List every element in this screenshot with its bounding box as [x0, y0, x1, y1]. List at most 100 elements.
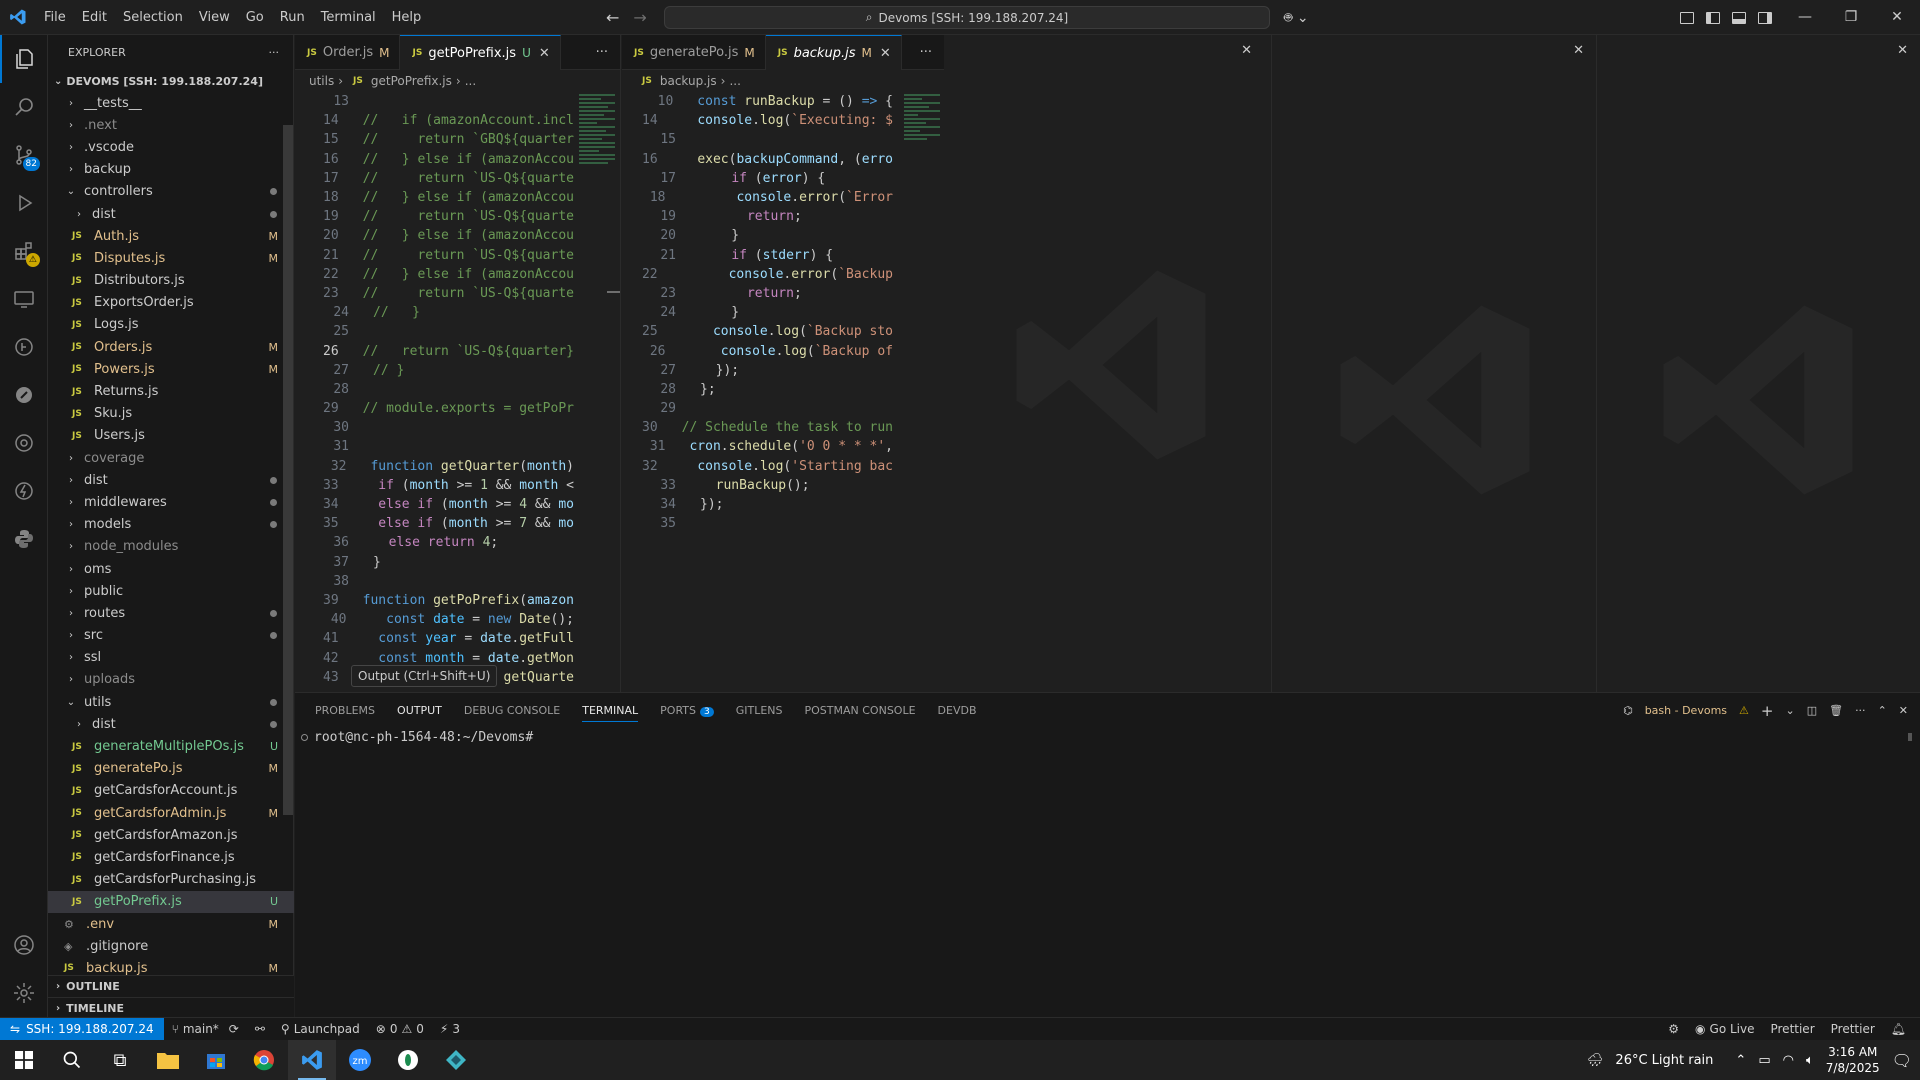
tree-folder[interactable]: › dist — [48, 713, 294, 735]
tree-file[interactable]: JS Powers.js M — [48, 358, 294, 380]
breadcrumb-item[interactable]: utils — [309, 74, 334, 88]
tree-file[interactable]: JS Auth.js M — [48, 225, 294, 247]
explorer-icon[interactable] — [0, 35, 48, 83]
breadcrumb-item[interactable]: ... — [465, 74, 476, 88]
code-editor[interactable]: 13 14 // if (amazonAccount.incl 15 // return… — [295, 92, 574, 687]
tree-folder[interactable]: › backup — [48, 159, 294, 181]
customize-layout-icon[interactable] — [1680, 11, 1694, 24]
menu-item-view[interactable]: View — [191, 0, 238, 35]
wifi-icon[interactable]: ◠ — [1783, 1053, 1794, 1068]
remote-indicator[interactable]: ⇋ SSH: 199.188.207.24 — [0, 1017, 164, 1041]
toggle-primary-sidebar-icon[interactable] — [1706, 11, 1720, 24]
panel-tab-output[interactable]: OUTPUT — [397, 704, 442, 717]
close-group-icon[interactable]: ✕ — [1241, 43, 1252, 58]
workspace-root[interactable]: ⌄ DEVOMS [SSH: 199.188.207.24] — [48, 70, 293, 92]
copilot-icon[interactable]: 🤖︎ ⌄ — [1284, 8, 1309, 28]
ports-indicator[interactable]: ⚡︎ 3 — [432, 1022, 468, 1036]
tree-folder[interactable]: › __tests__ — [48, 92, 294, 114]
sync-icon[interactable]: ⟳ — [229, 1022, 239, 1036]
restore-icon[interactable]: ❐ — [1828, 0, 1874, 35]
tree-folder[interactable]: › middlewares — [48, 491, 294, 513]
panel-tab-postman-console[interactable]: POSTMAN CONSOLE — [805, 704, 916, 717]
tree-file[interactable]: JS Sku.js — [48, 403, 294, 425]
minimize-icon[interactable]: — — [1782, 0, 1828, 35]
code-editor[interactable]: 10 const runBackup = () => {14 console.lo… — [622, 92, 893, 533]
prettier-item[interactable]: Prettier — [1823, 1022, 1883, 1036]
editor-tab[interactable]: JS backup.js M ✕ — [765, 35, 902, 70]
close-tab-icon[interactable]: ✕ — [880, 46, 891, 61]
gitlens-status-icon[interactable]: ⚯ — [247, 1022, 273, 1036]
tree-file[interactable]: JS getPoPrefix.js U — [48, 890, 294, 913]
search-icon[interactable] — [0, 83, 48, 131]
volume-icon[interactable]: 🔈︎ — [1806, 1053, 1814, 1068]
tree-folder[interactable]: › coverage — [48, 447, 294, 469]
source-control-icon[interactable]: 82 — [0, 131, 48, 179]
tree-folder[interactable]: › .next — [48, 114, 294, 136]
terminal-output[interactable]: root@nc-ph-1564-48:~/Devoms# — [295, 730, 1920, 745]
tree-folder[interactable]: › dist — [48, 469, 294, 491]
minimap[interactable] — [579, 92, 615, 212]
python-icon[interactable] — [0, 515, 48, 563]
tree-file[interactable]: JS Users.js — [48, 425, 294, 447]
menu-item-selection[interactable]: Selection — [115, 0, 191, 35]
new-terminal-icon[interactable]: + — [1761, 702, 1774, 720]
outline-section[interactable]: › OUTLINE — [48, 975, 294, 997]
chrome-icon[interactable] — [240, 1040, 288, 1080]
file-explorer-icon[interactable] — [144, 1040, 192, 1080]
vscode-taskbar-icon[interactable] — [288, 1040, 336, 1080]
tree-folder[interactable]: › oms — [48, 558, 294, 580]
forward-arrow-icon[interactable]: → — [633, 8, 646, 27]
tree-folder[interactable]: › models — [48, 514, 294, 536]
breadcrumb-item[interactable]: getPoPrefix.js — [371, 74, 452, 88]
tree-file[interactable]: JS getCardsforAccount.js — [48, 780, 294, 802]
tree-file[interactable]: JS getCardsforPurchasing.js — [48, 869, 294, 891]
close-group-icon[interactable]: ✕ — [1573, 43, 1584, 58]
notifications-bell-icon[interactable]: 🔔︎ — [1883, 1022, 1920, 1036]
menu-item-run[interactable]: Run — [272, 0, 313, 35]
run-debug-icon[interactable] — [0, 179, 48, 227]
close-tab-icon[interactable]: ✕ — [539, 46, 550, 61]
postman-icon[interactable] — [0, 371, 48, 419]
clock[interactable]: 3:16 AM 7/8/2025 — [1826, 1044, 1880, 1076]
command-center[interactable]: ⌕ Devoms [SSH: 199.188.207.24] — [664, 6, 1270, 29]
minimap[interactable] — [904, 92, 940, 212]
back-arrow-icon[interactable]: ← — [606, 8, 619, 27]
tree-file[interactable]: JS generateMultiplePOs.js U — [48, 735, 294, 757]
launchpad-item[interactable]: ⚲ Launchpad — [273, 1022, 368, 1036]
more-actions-icon[interactable]: ··· — [596, 35, 608, 70]
extensions-icon[interactable]: ⚠ — [0, 227, 48, 275]
tree-folder[interactable]: › node_modules — [48, 536, 294, 558]
toggle-secondary-sidebar-icon[interactable] — [1758, 11, 1772, 24]
panel-tab-terminal[interactable]: TERMINAL — [582, 704, 639, 722]
tree-folder[interactable]: › .vscode — [48, 136, 294, 158]
close-group-icon[interactable]: ✕ — [1897, 43, 1908, 58]
tree-folder[interactable]: ⌄ utils — [48, 691, 294, 713]
tree-file[interactable]: JS getCardsforAmazon.js — [48, 824, 294, 846]
prettier-item[interactable]: Prettier — [1762, 1022, 1822, 1036]
toggle-panel-icon[interactable] — [1732, 11, 1746, 24]
menu-item-file[interactable]: File — [36, 0, 74, 35]
weather-icon[interactable]: 🌧︎ — [1587, 1053, 1604, 1068]
copilot-status-icon[interactable]: ⚙ — [1660, 1022, 1687, 1036]
timeline-section[interactable]: › TIMELINE — [48, 997, 294, 1019]
shell-label[interactable]: bash - Devoms — [1645, 704, 1727, 717]
editor-tab[interactable]: JS getPoPrefix.js U ✕ — [400, 35, 561, 70]
manage-gear-icon[interactable] — [0, 969, 48, 1017]
tree-folder[interactable]: › ssl — [48, 647, 294, 669]
tree-file[interactable]: JS getCardsforFinance.js — [48, 846, 294, 868]
app-diamond-icon[interactable] — [432, 1040, 480, 1080]
split-terminal-icon[interactable]: ◫ — [1807, 704, 1817, 717]
tree-file[interactable]: JS Logs.js — [48, 314, 294, 336]
breadcrumb-item[interactable]: ... — [729, 74, 740, 88]
menu-item-terminal[interactable]: Terminal — [313, 0, 384, 35]
gitlens-icon[interactable] — [0, 323, 48, 371]
tree-file[interactable]: JS Orders.js M — [48, 336, 294, 358]
menu-item-edit[interactable]: Edit — [74, 0, 115, 35]
tree-file[interactable]: JS Returns.js — [48, 380, 294, 402]
git-branch[interactable]: ⑂ main* ⟳ — [164, 1022, 247, 1036]
go-live-item[interactable]: ◉ Go Live — [1687, 1022, 1762, 1036]
tree-folder[interactable]: › dist — [48, 203, 294, 225]
breadcrumb-item[interactable]: backup.js — [660, 74, 717, 88]
maximize-panel-icon[interactable]: ⌃ — [1878, 704, 1887, 717]
more-actions-icon[interactable]: ··· — [1855, 704, 1866, 717]
